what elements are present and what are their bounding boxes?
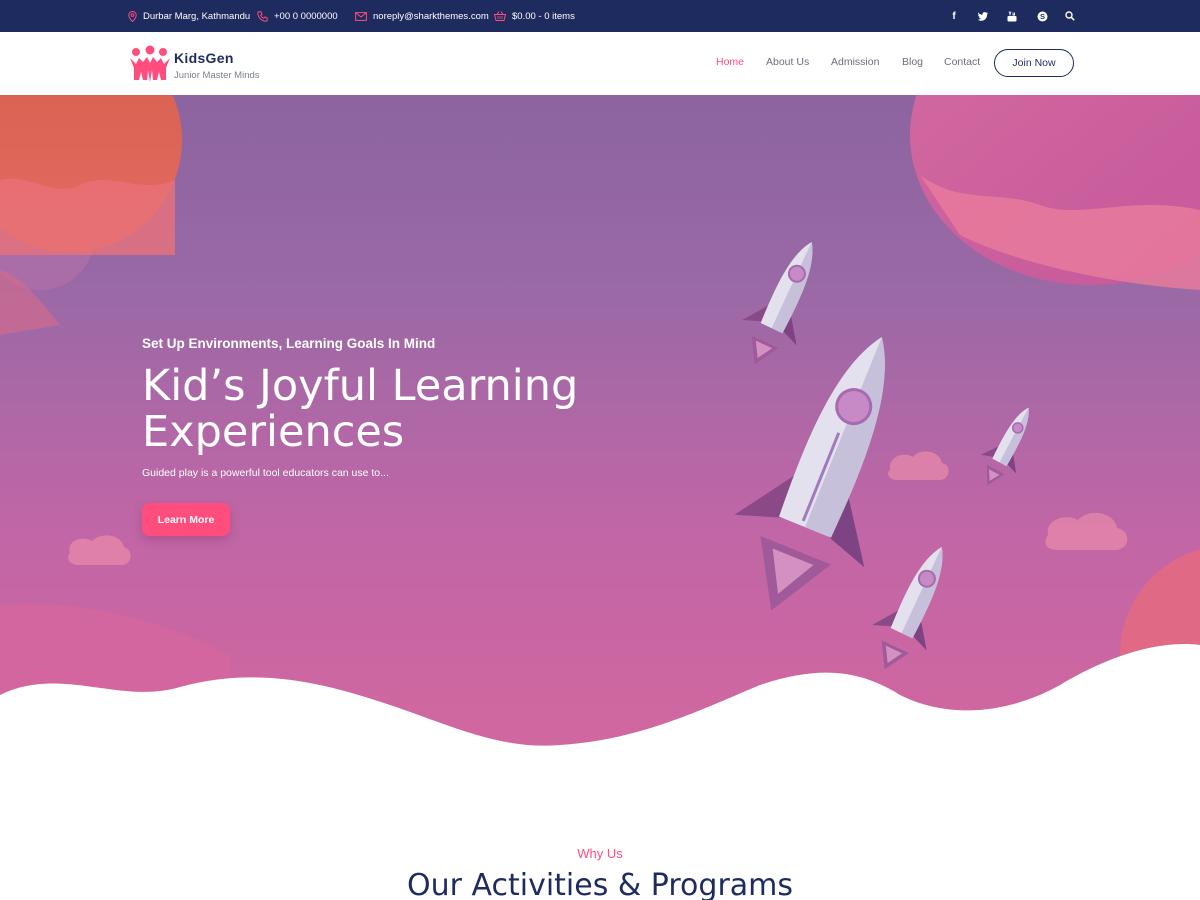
cart-text: $0.00 - 0 items (512, 10, 575, 22)
address-info: Durbar Marg, Kathmandu (128, 0, 250, 32)
planet-left-icon (0, 95, 182, 335)
twitter-icon[interactable] (972, 0, 994, 32)
phone-icon (257, 10, 268, 22)
section-title: Our Activities & Programs (406, 868, 794, 900)
mail-icon (355, 11, 367, 21)
cart-info[interactable]: $0.00 - 0 items (494, 0, 575, 32)
top-bar: Durbar Marg, Kathmandu +00 0 0000000 nor… (0, 0, 1200, 32)
phone-info[interactable]: +00 0 0000000 (257, 0, 338, 32)
learn-more-button[interactable]: Learn More (142, 503, 230, 536)
phone-text: +00 0 0000000 (274, 10, 338, 22)
youtube-icon[interactable] (1001, 0, 1023, 32)
section-eyebrow: Why Us (577, 846, 623, 861)
basket-icon (494, 11, 506, 21)
nav-home[interactable]: Home (716, 56, 744, 68)
email-info[interactable]: noreply@sharkthemes.com (355, 0, 489, 32)
join-now-button[interactable]: Join Now (994, 49, 1074, 77)
hero-subtitle: Set Up Environments, Learning Goals In M… (142, 336, 436, 351)
nav-blog[interactable]: Blog (902, 56, 923, 68)
kids-logo-icon[interactable] (128, 42, 172, 86)
site-header: KidsGen Junior Master Minds Home About U… (0, 32, 1200, 95)
rocket-small-top-icon (742, 242, 813, 365)
email-text: noreply@sharkthemes.com (373, 10, 489, 22)
brand-tagline: Junior Master Minds (174, 70, 260, 81)
search-icon[interactable] (1059, 0, 1081, 32)
hero-banner: Set Up Environments, Learning Goals In M… (0, 95, 1200, 750)
nav-admission[interactable]: Admission (831, 56, 879, 68)
location-pin-icon (128, 10, 137, 22)
facebook-icon[interactable]: f (943, 0, 965, 32)
address-text: Durbar Marg, Kathmandu (143, 10, 251, 22)
rocket-small-right-icon (980, 407, 1029, 486)
hero-title: Kid’s Joyful Learning Experiences (142, 361, 579, 457)
svg-text:S: S (1039, 12, 1044, 21)
brand-name[interactable]: KidsGen (174, 50, 234, 66)
hero-description: Guided play is a powerful tool educators… (142, 467, 389, 479)
nav-about-us[interactable]: About Us (766, 56, 809, 68)
planet-right-icon (910, 95, 1200, 290)
skype-icon[interactable]: S (1031, 0, 1053, 32)
rocket-small-bottom-icon (872, 547, 943, 670)
nav-contact[interactable]: Contact (944, 56, 980, 68)
